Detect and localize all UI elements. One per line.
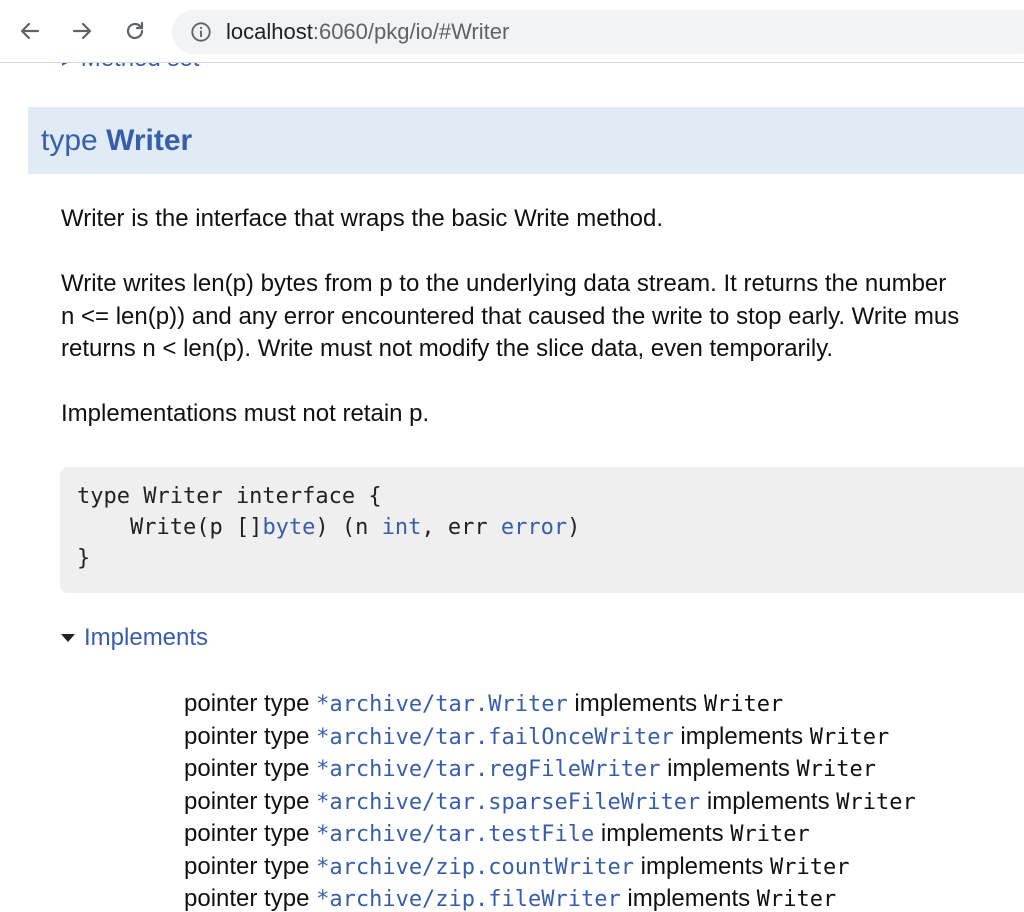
implementing-type-link[interactable]: *archive/zip.countWriter [316,855,634,880]
type-path: archive/tar.Writer [329,692,568,717]
doc-paragraph: Write writes len(p) bytes from p to the … [61,270,947,297]
code-line-part: ) (n [315,515,382,540]
page-content: ▸ Method set type Writer Writer is the i… [0,62,1024,912]
type-header: type Writer [28,107,1024,174]
interface-name: Writer [809,724,890,750]
implements-mid: implements [700,787,837,815]
implements-label: Implements [84,624,209,651]
interface-name: Writer [703,692,784,717]
implements-row: pointer type *archive/tar.sparseFileWrit… [184,786,916,819]
implements-row: pointer type *archive/tar.regFileWriter … [184,753,916,786]
implements-mid: implements [673,722,810,750]
implements-row: pointer type *archive/zip.countWriter im… [184,851,916,884]
expanded-triangle-icon [61,634,75,642]
url-path: :6060/pkg/io/#Writer [312,19,510,44]
implements-row: pointer type *archive/zip.fileWriter imp… [184,883,916,912]
pointer-star: * [316,692,330,717]
code-line: type Writer interface { [77,484,382,509]
implementing-type-link[interactable]: *archive/tar.sparseFileWriter [316,790,700,815]
implementing-type-link[interactable]: *archive/tar.failOnceWriter [316,725,674,750]
url-host: localhost [226,19,313,44]
type-title[interactable]: type Writer [41,124,192,158]
doc-paragraph: Implementations must not retain p. [61,400,430,427]
type-path: archive/zip.fileWriter [329,887,621,912]
address-bar[interactable]: localhost:6060/pkg/io/#Writer [172,10,1024,54]
implements-mid: implements [660,755,797,782]
pointer-star: * [316,724,330,750]
implements-mid: implements [594,820,731,847]
type-path: archive/tar.failOnceWriter [329,724,674,750]
code-line-part: Write(p [] [77,515,263,540]
interface-name: Writer [836,789,916,815]
implements-prefix: pointer type [184,820,317,847]
code-line-part: , err [421,515,501,540]
back-arrow-icon [20,22,40,40]
implementing-type-link[interactable]: *archive/tar.testFile [316,822,594,847]
interface-name: Writer [730,822,810,847]
code-line: } [77,546,91,571]
interface-name: Writer [756,887,837,912]
reload-icon [126,21,144,40]
implements-row: pointer type *archive/tar.Writer impleme… [184,688,916,721]
pointer-star: * [316,854,330,880]
doc-paragraph: returns n < len(p). Write must not modif… [61,335,834,362]
code-line-part: ) [567,515,581,540]
code-text: type Writer interface { Write(p []byte) … [77,481,580,574]
implementing-type-link[interactable]: *archive/zip.fileWriter [316,887,621,912]
implements-mid: implements [633,852,771,880]
implements-row: pointer type *archive/tar.testFile imple… [184,818,916,851]
implementing-type-link[interactable]: *archive/tar.Writer [316,692,568,717]
forward-arrow-icon [72,22,92,40]
byte-link[interactable]: byte [262,515,315,540]
implements-row: pointer type *archive/tar.failOnceWriter… [184,721,916,754]
code-block: type Writer interface { Write(p []byte) … [60,467,1024,593]
interface-name: Writer [796,757,877,782]
implements-prefix: pointer type [184,690,317,717]
int-link[interactable]: int [382,515,422,540]
implements-mid: implements [567,690,704,717]
pointer-star: * [316,789,330,815]
method-set-link[interactable]: ▸ Method set [62,62,199,73]
reload-button[interactable] [119,15,151,47]
type-path: archive/tar.sparseFileWriter [329,789,701,815]
implements-list: pointer type *archive/tar.Writer impleme… [184,688,916,912]
pointer-star: * [316,887,330,912]
implements-mid: implements [620,885,757,912]
url-text[interactable]: localhost:6060/pkg/io/#Writer [226,20,509,44]
implements-prefix: pointer type [184,722,317,750]
doc-paragraph: Writer is the interface that wraps the b… [61,205,664,232]
type-path: archive/tar.testFile [329,822,595,847]
forward-button[interactable] [66,15,98,47]
type-keyword: type [41,124,98,157]
error-link[interactable]: error [501,515,567,540]
type-path: archive/zip.countWriter [329,854,634,880]
type-name: Writer [106,124,193,157]
implementing-type-link[interactable]: *archive/tar.regFileWriter [316,757,660,782]
implements-prefix: pointer type [184,755,317,782]
info-icon[interactable] [190,21,212,43]
doc-paragraph: n <= len(p)) and any error encountered t… [61,303,960,330]
implements-toggle[interactable]: Implements [61,624,208,652]
implements-prefix: pointer type [184,787,317,815]
browser-toolbar: localhost:6060/pkg/io/#Writer [0,0,1024,63]
implements-prefix: pointer type [184,852,317,880]
interface-name: Writer [770,854,850,880]
back-button[interactable] [14,15,46,47]
pointer-star: * [316,822,330,847]
type-path: archive/tar.regFileWriter [329,757,661,782]
pointer-star: * [316,757,330,782]
implements-prefix: pointer type [184,885,317,912]
